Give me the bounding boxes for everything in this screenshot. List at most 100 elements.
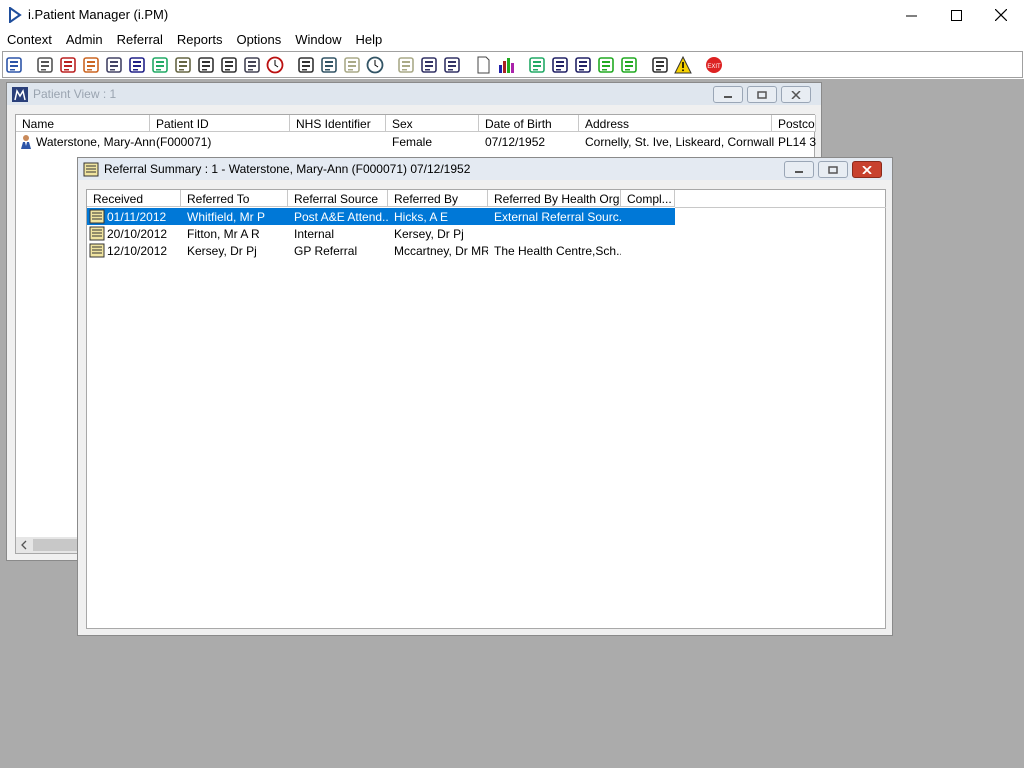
horizontal-scrollbar[interactable] (16, 537, 86, 553)
toolbar-schedule-button[interactable] (318, 54, 340, 76)
referral-row[interactable]: 01/11/2012 Whitfield, Mr P Post A&E Atte… (87, 208, 675, 225)
patient-icon (21, 135, 31, 149)
notepad-icon (398, 56, 414, 73)
toolbar-person-button[interactable] (149, 54, 171, 76)
referral-icon (83, 162, 99, 177)
toolbar-transfer-button[interactable] (441, 54, 463, 76)
close-button[interactable] (978, 0, 1024, 30)
patient-dob: 07/12/1952 (485, 135, 546, 149)
header-divider (675, 207, 886, 208)
toolbar-patient-button[interactable] (3, 54, 25, 76)
ambulance-icon (221, 56, 237, 73)
col-referred-to[interactable]: Referred To (181, 190, 288, 207)
col-received[interactable]: Received (87, 190, 181, 207)
col-nhs-identifier[interactable]: NHS Identifier (290, 115, 386, 132)
toolbar-ambulance-button[interactable] (218, 54, 240, 76)
referral-row[interactable]: 20/10/2012 Fitton, Mr A R Internal Kerse… (87, 225, 675, 242)
menu-bar: Context Admin Referral Reports Options W… (0, 30, 1024, 50)
col-postcode[interactable]: Postcod (772, 115, 816, 132)
toolbar-search-doc-button[interactable] (241, 54, 263, 76)
menu-reports[interactable]: Reports (170, 30, 230, 50)
referral-by: Hicks, A E (394, 210, 449, 224)
col-referred-by[interactable]: Referred By (388, 190, 488, 207)
schedule-icon (321, 56, 337, 73)
pv-close-button[interactable] (781, 86, 811, 103)
toolbar-id-card-button[interactable] (103, 54, 125, 76)
rs-close-button[interactable] (852, 161, 882, 178)
col-date-of-birth[interactable]: Date of Birth (479, 115, 579, 132)
toolbar-exit-button[interactable]: EXIT (703, 54, 725, 76)
toolbar-check-list-button[interactable] (549, 54, 571, 76)
referral-by: Kersey, Dr Pj (394, 227, 464, 241)
toolbar-swap-button[interactable] (649, 54, 671, 76)
menu-referral[interactable]: Referral (110, 30, 170, 50)
rs-minimize-button[interactable] (784, 161, 814, 178)
menu-context[interactable]: Context (0, 30, 59, 50)
toolbar-notes-button[interactable] (172, 54, 194, 76)
toolbar-ambulance-button[interactable] (195, 54, 217, 76)
col-sex[interactable]: Sex (386, 115, 479, 132)
menu-help[interactable]: Help (349, 30, 390, 50)
pv-minimize-button[interactable] (713, 86, 743, 103)
col-referred-by-org[interactable]: Referred By Health Org. (488, 190, 621, 207)
toolbar-note-button[interactable] (341, 54, 363, 76)
minimize-button[interactable] (888, 0, 934, 30)
toolbar-document-button[interactable] (472, 54, 494, 76)
referral-to: Fitton, Mr A R (187, 227, 260, 241)
referral-received: 12/10/2012 (107, 244, 168, 258)
close-icon (995, 9, 1007, 21)
toolbar-edit-list-button[interactable] (572, 54, 594, 76)
referral-source: Post A&E Attend... (294, 210, 388, 224)
menu-admin[interactable]: Admin (59, 30, 110, 50)
book-icon (60, 56, 76, 73)
col-compl[interactable]: Compl... (621, 190, 675, 207)
calculator-icon (298, 56, 314, 73)
toolbar-green-check-button[interactable] (595, 54, 617, 76)
patient-address: Cornelly, St. Ive, Liskeard, Cornwall (585, 135, 775, 149)
toolbar-globe-button[interactable] (526, 54, 548, 76)
patient-postcode: PL14 3L (778, 135, 816, 149)
pv-restore-button[interactable] (747, 86, 777, 103)
toolbar-mail-button[interactable] (126, 54, 148, 76)
referral-summary-titlebar[interactable]: Referral Summary : 1 - Waterstone, Mary-… (78, 158, 892, 180)
referral-summary-title: Referral Summary : 1 - Waterstone, Mary-… (104, 162, 471, 176)
toolbar-green-list-button[interactable] (618, 54, 640, 76)
patient-view-titlebar[interactable]: Patient View : 1 (7, 83, 821, 105)
col-patient-id[interactable]: Patient ID (150, 115, 290, 132)
referral-row[interactable]: 12/10/2012 Kersey, Dr Pj GP Referral Mcc… (87, 242, 675, 259)
chart-icon (499, 57, 514, 73)
toolbar-open-book-button[interactable] (80, 54, 102, 76)
toolbar-bed-button[interactable] (418, 54, 440, 76)
referral-received: 01/11/2012 (107, 210, 167, 224)
referral-by: Mccartney, Dr MR (394, 244, 488, 258)
patient-view-title: Patient View : 1 (33, 87, 117, 101)
transfer-icon (444, 56, 460, 73)
green-check-icon (598, 56, 614, 73)
col-name[interactable]: Name (16, 115, 150, 132)
mail-icon (129, 56, 145, 73)
col-referral-source[interactable]: Referral Source (288, 190, 388, 207)
ambulance-icon (198, 56, 214, 73)
menu-window[interactable]: Window (288, 30, 348, 50)
toolbar-print-button[interactable] (34, 54, 56, 76)
toolbar-calculator-button[interactable] (295, 54, 317, 76)
toolbar-notepad-button[interactable] (395, 54, 417, 76)
rs-restore-button[interactable] (818, 161, 848, 178)
col-address[interactable]: Address (579, 115, 772, 132)
toolbar-stopwatch-button[interactable] (364, 54, 386, 76)
close-icon (862, 165, 872, 174)
edit-list-icon (575, 56, 591, 73)
menu-options[interactable]: Options (229, 30, 288, 50)
note-icon (344, 56, 360, 73)
toolbar-book-button[interactable] (57, 54, 79, 76)
maximize-button[interactable] (933, 0, 979, 30)
toolbar-clock-button[interactable] (264, 54, 286, 76)
bed-icon (421, 56, 437, 73)
toolbar-chart-button[interactable] (495, 54, 517, 76)
referral-icon (89, 243, 105, 258)
patient-row[interactable]: Waterstone, Mary-Ann (F000071) Female 07… (16, 133, 816, 150)
referral-summary-window: Referral Summary : 1 - Waterstone, Mary-… (77, 157, 893, 636)
referral-list: Received Referred To Referral Source Ref… (86, 189, 886, 629)
referral-org: External Referral Sourc... (494, 210, 621, 224)
toolbar-warning-button[interactable] (672, 54, 694, 76)
